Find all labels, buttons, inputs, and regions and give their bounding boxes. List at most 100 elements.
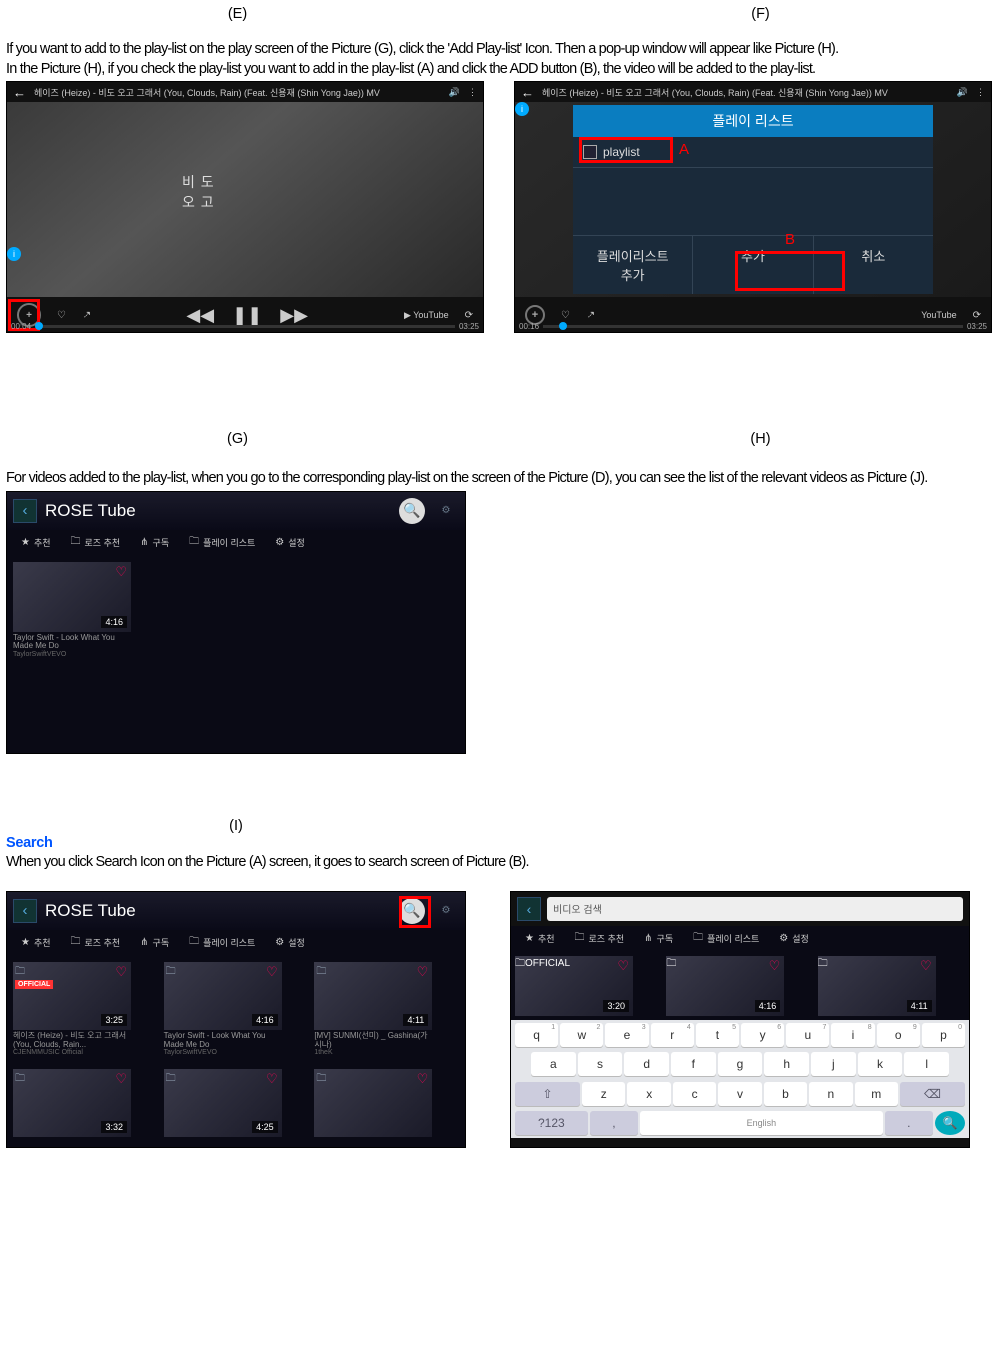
more-icon[interactable]: ⋮ bbox=[468, 87, 477, 98]
heart-icon[interactable]: ♡ bbox=[57, 310, 66, 321]
key-r[interactable]: r4 bbox=[651, 1023, 694, 1047]
duration-badge: 4:25 bbox=[252, 1121, 278, 1133]
key-b[interactable]: b bbox=[764, 1082, 807, 1106]
video-thumb[interactable]: 🗀♡4:16 bbox=[666, 956, 784, 1016]
add-playlist-button[interactable]: 플레이리스트 추가 bbox=[573, 236, 693, 294]
heart-icon[interactable]: ♡ bbox=[920, 958, 932, 974]
video-thumb[interactable]: 🗀♡ bbox=[314, 1069, 432, 1143]
key-space[interactable]: English bbox=[640, 1111, 882, 1135]
heart-icon[interactable]: ♡ bbox=[561, 310, 570, 321]
volume-icon[interactable]: 🔊 bbox=[957, 87, 968, 98]
repeat-icon[interactable]: ⟳ bbox=[465, 310, 473, 321]
video-thumb[interactable]: 🗀♡4:11[MV] SUNMI(선미) _ Gashina(가시나)1theK bbox=[314, 962, 432, 1063]
key-e[interactable]: e3 bbox=[605, 1023, 648, 1047]
progress-bar[interactable] bbox=[543, 325, 963, 328]
gear-icon[interactable]: ⚙ bbox=[433, 898, 459, 924]
key-a[interactable]: a bbox=[531, 1052, 576, 1076]
label-g: (G) bbox=[6, 431, 469, 447]
key-o[interactable]: o9 bbox=[877, 1023, 920, 1047]
official-badge: OFFICIAL bbox=[15, 980, 53, 989]
tab-rose[interactable]: 🗀로즈 추천 bbox=[71, 534, 121, 551]
more-icon[interactable]: ⋮ bbox=[976, 87, 985, 98]
tab-rose[interactable]: 🗀로즈 추천 bbox=[575, 930, 625, 947]
key-g[interactable]: g bbox=[718, 1052, 763, 1076]
heart-icon[interactable]: ♡ bbox=[115, 564, 127, 580]
back-icon[interactable]: ← bbox=[13, 85, 26, 100]
tab-settings[interactable]: ⚙설정 bbox=[275, 536, 305, 549]
tab-playlist[interactable]: 🗀플레이 리스트 bbox=[693, 930, 759, 947]
heart-icon[interactable]: ♡ bbox=[417, 1071, 429, 1087]
heart-icon[interactable]: ♡ bbox=[617, 958, 629, 974]
key-comma[interactable]: , bbox=[590, 1111, 638, 1135]
key-i[interactable]: i8 bbox=[831, 1023, 874, 1047]
tab-settings[interactable]: ⚙설정 bbox=[275, 936, 305, 949]
key-w[interactable]: w2 bbox=[560, 1023, 603, 1047]
thumb-channel: 1theK bbox=[314, 1049, 432, 1056]
info-icon[interactable]: i bbox=[7, 247, 21, 261]
back-icon[interactable]: ‹ bbox=[517, 897, 541, 921]
duration-badge: 4:11 bbox=[403, 1014, 428, 1026]
video-thumb[interactable]: ♡ 4:16 Taylor Swift - Look What You Made… bbox=[13, 562, 131, 659]
key-shift[interactable]: ⇧ bbox=[515, 1082, 580, 1106]
tab-recommend[interactable]: ★추천 bbox=[21, 536, 51, 549]
key-y[interactable]: y6 bbox=[741, 1023, 784, 1047]
video-thumb[interactable]: 🗀♡4:11 bbox=[818, 956, 936, 1016]
video-thumb[interactable]: 🗀♡4:16Taylor Swift - Look What You Made … bbox=[164, 962, 282, 1063]
key-u[interactable]: u7 bbox=[786, 1023, 829, 1047]
video-thumb[interactable]: 🗀♡3:32 bbox=[13, 1069, 131, 1143]
key-k[interactable]: k bbox=[858, 1052, 903, 1076]
youtube-badge: YouTube bbox=[921, 310, 956, 320]
video-thumb[interactable]: 🗀OFFICIAL♡3:25헤이즈 (Heize) - 비도 오고 그래서 (Y… bbox=[13, 962, 131, 1063]
video-area[interactable]: 비 도오 고 i bbox=[7, 102, 483, 297]
tab-subscribe[interactable]: ⋔구독 bbox=[140, 936, 169, 949]
figure-search-b: ‹ 비디오 검색 ★추천 🗀로즈 추천 ⋔구독 🗀플레이 리스트 ⚙설정 🗀OF… bbox=[510, 891, 970, 1148]
key-p[interactable]: p0 bbox=[922, 1023, 965, 1047]
key-backspace[interactable]: ⌫ bbox=[900, 1082, 965, 1106]
back-icon[interactable]: ‹ bbox=[13, 899, 37, 923]
tab-subscribe[interactable]: ⋔구독 bbox=[140, 536, 169, 549]
key-l[interactable]: l bbox=[904, 1052, 949, 1076]
back-icon[interactable]: ‹ bbox=[13, 499, 37, 523]
tab-playlist[interactable]: 🗀플레이 리스트 bbox=[189, 534, 255, 551]
key-numbers[interactable]: ?123 bbox=[515, 1111, 588, 1135]
key-d[interactable]: d bbox=[624, 1052, 669, 1076]
video-thumb[interactable]: 🗀♡4:25 bbox=[164, 1069, 282, 1143]
key-v[interactable]: v bbox=[718, 1082, 761, 1106]
key-q[interactable]: q1 bbox=[515, 1023, 558, 1047]
paragraph-1: If you want to add to the play-list on t… bbox=[6, 40, 992, 60]
progress-bar[interactable] bbox=[35, 325, 455, 328]
key-s[interactable]: s bbox=[578, 1052, 623, 1076]
search-icon[interactable]: 🔍 bbox=[399, 498, 425, 524]
heart-icon[interactable]: ♡ bbox=[769, 958, 781, 974]
key-dot[interactable]: . bbox=[885, 1111, 933, 1135]
back-icon[interactable]: ← bbox=[521, 85, 534, 100]
tab-settings[interactable]: ⚙설정 bbox=[779, 932, 809, 945]
key-m[interactable]: m bbox=[855, 1082, 898, 1106]
highlight-b bbox=[735, 251, 845, 291]
key-n[interactable]: n bbox=[809, 1082, 852, 1106]
tab-subscribe[interactable]: ⋔구독 bbox=[644, 932, 673, 945]
tab-rose[interactable]: 🗀로즈 추천 bbox=[71, 934, 121, 951]
volume-icon[interactable]: 🔊 bbox=[449, 87, 460, 98]
heart-icon[interactable]: ♡ bbox=[417, 964, 429, 980]
heart-icon[interactable]: ♡ bbox=[266, 1071, 278, 1087]
gear-icon[interactable]: ⚙ bbox=[433, 498, 459, 524]
tab-recommend[interactable]: ★추천 bbox=[21, 936, 51, 949]
key-search[interactable]: 🔍 bbox=[935, 1111, 965, 1135]
key-h[interactable]: h bbox=[764, 1052, 809, 1076]
key-z[interactable]: z bbox=[582, 1082, 625, 1106]
key-c[interactable]: c bbox=[673, 1082, 716, 1106]
key-j[interactable]: j bbox=[811, 1052, 856, 1076]
key-x[interactable]: x bbox=[627, 1082, 670, 1106]
key-t[interactable]: t5 bbox=[696, 1023, 739, 1047]
tab-recommend[interactable]: ★추천 bbox=[525, 932, 555, 945]
key-f[interactable]: f bbox=[671, 1052, 716, 1076]
tab-playlist[interactable]: 🗀플레이 리스트 bbox=[189, 934, 255, 951]
heart-icon[interactable]: ♡ bbox=[266, 964, 278, 980]
video-thumb[interactable]: 🗀OFFICIAL♡3:20 bbox=[515, 956, 633, 1016]
heart-icon[interactable]: ♡ bbox=[115, 1071, 127, 1087]
info-icon[interactable]: i bbox=[515, 102, 529, 116]
repeat-icon[interactable]: ⟳ bbox=[973, 310, 981, 321]
search-input[interactable]: 비디오 검색 bbox=[547, 897, 963, 921]
heart-icon[interactable]: ♡ bbox=[115, 964, 127, 980]
